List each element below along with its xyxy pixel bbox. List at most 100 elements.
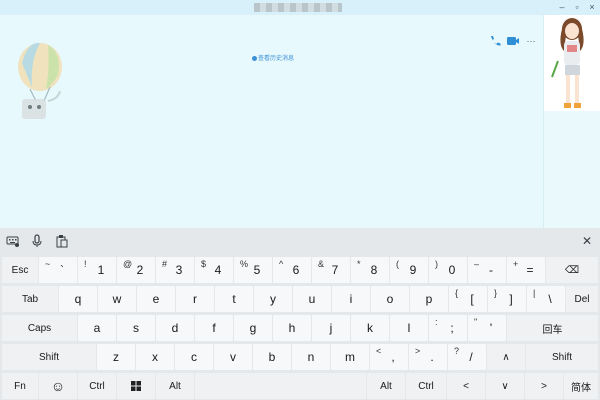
key-][interactable]: }] (488, 286, 526, 312)
key-d[interactable]: d (156, 315, 194, 341)
close-button[interactable]: × (586, 1, 598, 13)
key-a[interactable]: a (78, 315, 116, 341)
key-h[interactable]: h (273, 315, 311, 341)
more-options-icon[interactable]: ··· (524, 35, 538, 47)
key-char: 8 (370, 263, 378, 277)
key-label: 简体 (571, 382, 591, 394)
key-`[interactable]: ~ ` (39, 257, 77, 283)
key-5[interactable]: % 5 (234, 257, 272, 283)
key-g[interactable]: g (234, 315, 272, 341)
key-2[interactable]: @2 (117, 257, 155, 283)
left-arrow-key[interactable]: < (447, 373, 485, 399)
video-call-icon[interactable] (506, 35, 520, 47)
down-arrow-key[interactable]: ∨ (486, 373, 524, 399)
up-arrow-key[interactable]: ∧ (487, 344, 525, 370)
key-8[interactable]: * 8 (351, 257, 389, 283)
key-/[interactable]: ? / (448, 344, 486, 370)
key-i[interactable]: i (332, 286, 370, 312)
key-=[interactable]: + = (507, 257, 545, 283)
key-char: h (288, 321, 296, 335)
key-char: g (249, 321, 257, 335)
key-char: n (307, 350, 315, 364)
alt-key[interactable]: Alt (367, 373, 405, 399)
key-.[interactable]: >. (409, 344, 447, 370)
hot-air-balloon-icon (18, 42, 62, 119)
key-1[interactable]: ! 1 (78, 257, 116, 283)
key-'[interactable]: " ' (468, 315, 506, 341)
key-char: s (133, 321, 139, 335)
key-c[interactable]: c (175, 344, 213, 370)
key-u[interactable]: u (293, 286, 331, 312)
key-4[interactable]: $4 (195, 257, 233, 283)
key-;[interactable]: :; (429, 315, 467, 341)
key-shift-symbol: " (474, 317, 478, 327)
key-[[interactable]: {[ (449, 286, 487, 312)
esc-key[interactable]: Esc (2, 257, 38, 283)
key-char: o (386, 292, 394, 306)
key-7[interactable]: & 7 (312, 257, 350, 283)
history-icon (252, 56, 257, 61)
key-l[interactable]: l (390, 315, 428, 341)
alt-key[interactable]: Alt (156, 373, 194, 399)
key-label: > (541, 380, 547, 392)
key-s[interactable]: s (117, 315, 155, 341)
key-e[interactable]: e (137, 286, 175, 312)
key-w[interactable]: w (98, 286, 136, 312)
key-6[interactable]: ^ 6 (273, 257, 311, 283)
key-m[interactable]: m (331, 344, 369, 370)
space-key[interactable] (195, 373, 366, 399)
key-q[interactable]: q (59, 286, 97, 312)
contact-panel (543, 15, 600, 228)
key-char: = (526, 263, 534, 277)
key-v[interactable]: v (214, 344, 252, 370)
key-shift-symbol: ? (454, 346, 460, 356)
emoji-key[interactable]: ☺ (39, 373, 77, 399)
key-label: Shift (551, 351, 572, 363)
key-char: v (230, 350, 236, 364)
key-label: Tab (21, 293, 39, 305)
ctrl-key[interactable]: Ctrl (78, 373, 116, 399)
keyboard-settings-icon[interactable] (6, 234, 20, 248)
tab-key[interactable]: Tab (2, 286, 58, 312)
key-f[interactable]: f (195, 315, 233, 341)
key-,[interactable]: <, (370, 344, 408, 370)
windows-key[interactable] (117, 373, 155, 399)
microphone-icon[interactable] (30, 234, 44, 248)
key-y[interactable]: y (254, 286, 292, 312)
key-t[interactable]: t (215, 286, 253, 312)
language-switch-key[interactable]: 简体 (564, 373, 598, 399)
key-shift-symbol: $ (201, 259, 207, 269)
key-x[interactable]: x (136, 344, 174, 370)
key-3[interactable]: #3 (156, 257, 194, 283)
ctrl-key[interactable]: Ctrl (406, 373, 446, 399)
shift-key[interactable]: Shift (2, 344, 96, 370)
key-0[interactable]: ) 0 (429, 257, 467, 283)
maximize-button[interactable]: ▫ (571, 1, 583, 13)
enter-key[interactable]: 回车 (507, 315, 598, 341)
key--[interactable]: – - (468, 257, 506, 283)
key-o[interactable]: o (371, 286, 409, 312)
key-j[interactable]: j (312, 315, 350, 341)
shift-key[interactable]: Shift (526, 344, 598, 370)
key-shift-symbol: % (240, 259, 249, 269)
right-arrow-key[interactable]: > (525, 373, 563, 399)
clipboard-icon[interactable] (55, 234, 69, 248)
key-n[interactable]: n (292, 344, 330, 370)
key-char: 0 (448, 263, 456, 277)
key-shift-symbol: @ (123, 259, 133, 269)
key-z[interactable]: z (97, 344, 135, 370)
key-r[interactable]: r (176, 286, 214, 312)
key-p[interactable]: p (410, 286, 448, 312)
backspace-key[interactable]: ⌫ (546, 257, 598, 283)
key-9[interactable]: (9 (390, 257, 428, 283)
caps-lock-key[interactable]: Caps (2, 315, 77, 341)
key-\[interactable]: | \ (527, 286, 565, 312)
key-k[interactable]: k (351, 315, 389, 341)
view-history-link[interactable]: 查看历史消息 (252, 53, 294, 62)
phone-call-icon[interactable] (488, 35, 502, 47)
close-keyboard-icon[interactable]: ✕ (580, 234, 594, 248)
fn-key[interactable]: Fn (2, 373, 38, 399)
key-b[interactable]: b (253, 344, 291, 370)
delete-key[interactable]: Del (566, 286, 598, 312)
minimize-button[interactable]: – (556, 1, 568, 13)
